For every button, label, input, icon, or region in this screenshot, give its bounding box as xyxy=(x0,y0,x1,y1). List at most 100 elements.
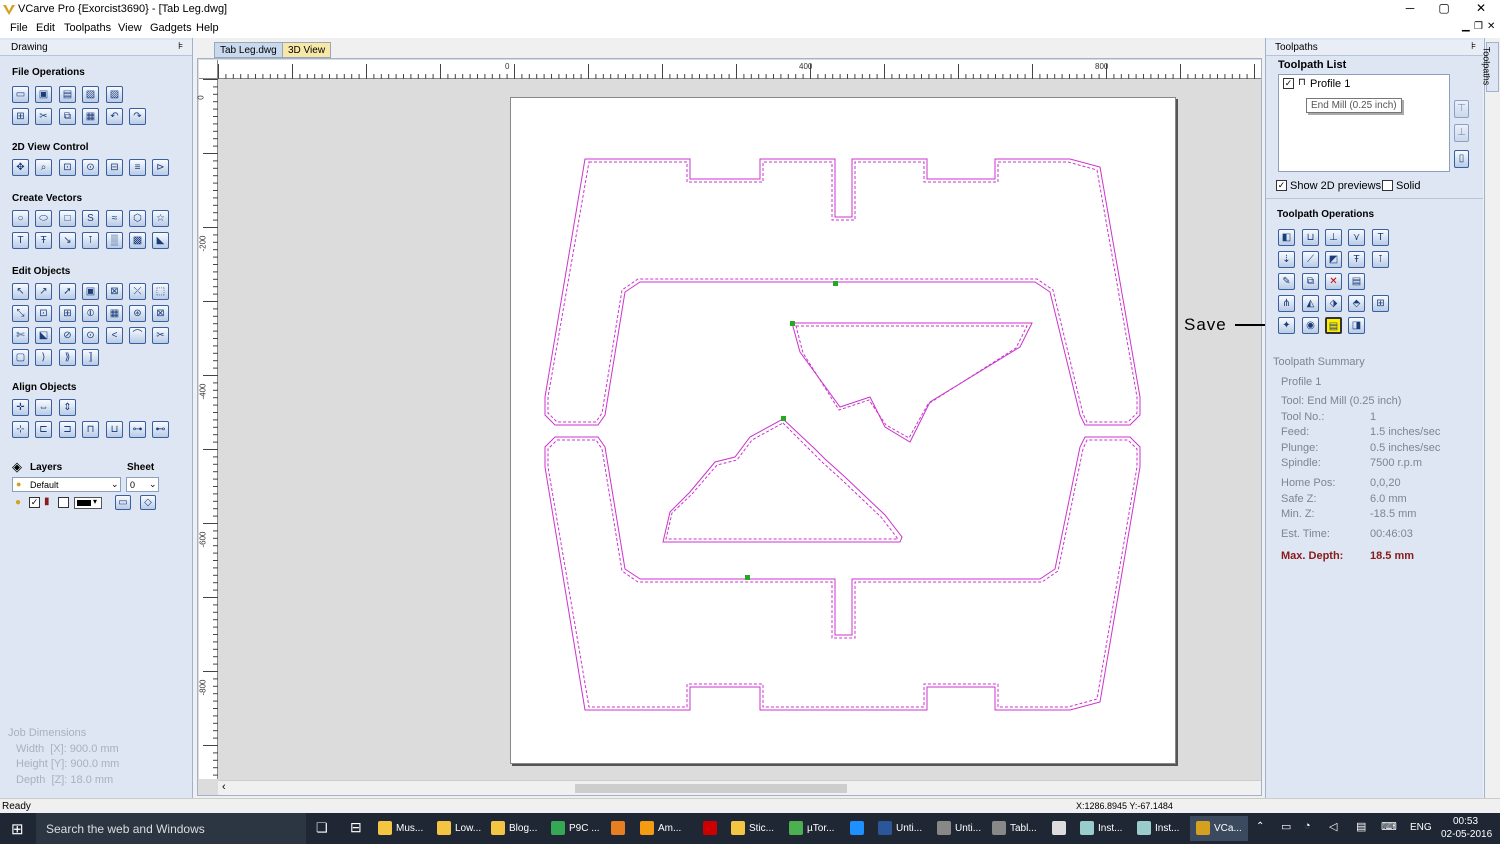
engrave-toolpath-icon[interactable]: T xyxy=(1372,229,1389,246)
job-setup-icon[interactable]: ⊞ xyxy=(12,108,29,125)
set-size-icon[interactable]: ⊡ xyxy=(35,305,52,322)
tab-3d-view[interactable]: 3D View xyxy=(282,42,332,58)
polyline-icon[interactable]: S xyxy=(82,210,99,227)
taskbar-app[interactable]: Stic... xyxy=(731,816,774,841)
menu-view[interactable]: View xyxy=(118,22,142,34)
prism-toolpath-icon[interactable]: ◩ xyxy=(1325,251,1342,268)
layer-select[interactable]: ● Default ⌄ xyxy=(12,477,121,492)
solid-checkbox[interactable] xyxy=(1382,180,1393,191)
ungroup-icon[interactable]: ⊠ xyxy=(106,283,123,300)
volume-icon[interactable]: ◁ xyxy=(1329,820,1337,833)
pin-icon[interactable]: ⊧ xyxy=(178,41,183,52)
join-icon[interactable]: ⤫ xyxy=(129,283,146,300)
taskbar-app[interactable] xyxy=(850,816,868,841)
mdi-minimize-icon[interactable]: ▁ xyxy=(1462,21,1470,32)
align-left-icon[interactable]: ⊏ xyxy=(35,421,52,438)
fluting-toolpath-icon[interactable]: ⟋ xyxy=(1302,251,1319,268)
move-down-icon[interactable]: ⊥ xyxy=(1454,124,1469,142)
save-icon[interactable]: ▤ xyxy=(59,86,76,103)
taskbar-app[interactable]: Blog... xyxy=(491,816,537,841)
circle-icon[interactable]: ○ xyxy=(12,210,29,227)
pan-icon[interactable]: ✥ xyxy=(12,159,29,176)
clock-date[interactable]: 02-05-2016 xyxy=(1441,829,1492,840)
layer-stack-icon[interactable]: ◇ xyxy=(140,495,156,510)
taskbar-app[interactable]: Inst... xyxy=(1137,816,1179,841)
clock-time[interactable]: 00:53 xyxy=(1453,816,1478,827)
edit-toolpath-icon[interactable]: ✎ xyxy=(1278,273,1295,290)
align-v-center-icon[interactable]: ⇕ xyxy=(59,399,76,416)
copy-toolpath-icon[interactable]: ⧉ xyxy=(1302,273,1319,290)
lock-icon[interactable]: ▮ xyxy=(44,496,50,507)
intersect-icon[interactable]: ⊘ xyxy=(59,327,76,344)
grid-icon[interactable]: ⊟ xyxy=(106,159,123,176)
text-icon[interactable]: T xyxy=(12,232,29,249)
toolpath-options-icon[interactable]: ▯ xyxy=(1454,150,1469,168)
keyboard-icon[interactable]: ⌨ xyxy=(1381,820,1397,833)
new-file-icon[interactable]: ▭ xyxy=(12,86,29,103)
nesting-icon[interactable]: ⋔ xyxy=(1278,295,1295,312)
store-icon[interactable]: ⊟ xyxy=(350,819,362,836)
inlay-toolpath-icon[interactable]: ⇣ xyxy=(1278,251,1295,268)
group-icon[interactable]: ▣ xyxy=(82,283,99,300)
rotate-icon[interactable]: ⊞ xyxy=(59,305,76,322)
profile-checkbox[interactable]: ✓ xyxy=(1283,78,1294,89)
mirror-icon[interactable]: ⦶ xyxy=(82,305,99,322)
taskbar-app[interactable]: Tabl... xyxy=(992,816,1037,841)
toolpaths-side-tab[interactable]: Toolpaths xyxy=(1481,42,1499,92)
merge-toolpaths-icon[interactable]: ⬗ xyxy=(1325,295,1342,312)
redo-icon[interactable]: ↷ xyxy=(129,108,146,125)
horizontal-scrollbar[interactable]: ‹ xyxy=(218,780,1261,795)
minimize-button[interactable]: ─ xyxy=(1393,0,1427,18)
taskbar-app[interactable]: Unti... xyxy=(878,816,922,841)
move-up-icon[interactable]: ⊤ xyxy=(1454,100,1469,118)
trace-bitmap-icon[interactable]: ▒ xyxy=(106,232,123,249)
wrap-toolpath-icon[interactable]: ⬘ xyxy=(1348,295,1365,312)
taskbar-app[interactable] xyxy=(703,816,721,841)
vcarve-toolpath-icon[interactable]: ⋎ xyxy=(1348,229,1365,246)
layer-manager-icon[interactable]: ▭ xyxy=(115,495,131,510)
mdi-close-icon[interactable]: ✕ xyxy=(1487,21,1495,32)
align-top-icon[interactable]: ⊓ xyxy=(82,421,99,438)
paste-icon[interactable]: ▦ xyxy=(82,108,99,125)
select-icon[interactable]: ↖ xyxy=(12,283,29,300)
move-icon[interactable]: ⤡ xyxy=(12,305,29,322)
dimension-icon[interactable]: ⊺ xyxy=(82,232,99,249)
align-h-center-icon[interactable]: ⇔ xyxy=(35,399,52,416)
extend-icon[interactable]: < xyxy=(106,327,123,344)
layer-toggle[interactable] xyxy=(58,497,69,508)
preview-toolpaths-icon[interactable]: ✦ xyxy=(1278,317,1295,334)
layer-visible-icon[interactable]: ● xyxy=(15,497,21,508)
fillet-icon[interactable]: ◣ xyxy=(152,232,169,249)
scale-icon[interactable]: ⬚ xyxy=(152,283,169,300)
battery-icon[interactable]: ▭ xyxy=(1281,820,1291,833)
interactive-select-icon[interactable]: ➚ xyxy=(59,283,76,300)
taskbar-app[interactable]: Inst... xyxy=(1080,816,1122,841)
scissors-icon[interactable]: ✂ xyxy=(152,327,169,344)
tbone-icon[interactable]: ⟫ xyxy=(59,349,76,366)
drill-toolpath-icon[interactable]: ⊥ xyxy=(1325,229,1342,246)
layer-checkbox[interactable]: ✓ xyxy=(29,497,40,508)
layer-color-picker[interactable]: ▾ xyxy=(74,497,102,509)
import-icon[interactable]: ▧ xyxy=(82,86,99,103)
align-right-icon[interactable]: ⊐ xyxy=(59,421,76,438)
network-icon[interactable]: ◔ xyxy=(1304,820,1311,832)
taskbar-app[interactable]: Unti... xyxy=(937,816,981,841)
offset-icon[interactable]: ⊛ xyxy=(129,305,146,322)
save-toolpath-icon[interactable]: ▤ xyxy=(1325,317,1342,334)
menu-file[interactable]: File xyxy=(10,22,28,34)
toolpath-summary-icon[interactable]: ◨ xyxy=(1348,317,1365,334)
taskbar-app[interactable]: VCa... xyxy=(1190,816,1248,841)
taskbar-app[interactable]: Low... xyxy=(437,816,481,841)
distort-icon[interactable]: ▦ xyxy=(106,305,123,322)
weld-icon[interactable]: ⊠ xyxy=(152,305,169,322)
subtract-icon[interactable]: ⬕ xyxy=(35,327,52,344)
star-icon[interactable]: ☆ xyxy=(152,210,169,227)
quick-engrave-icon[interactable]: Ŧ xyxy=(1348,251,1365,268)
ellipse-icon[interactable]: ⬭ xyxy=(35,210,52,227)
toolpath-template-icon[interactable]: ▤ xyxy=(1348,273,1365,290)
align-to-sheet-icon[interactable]: ⊹ xyxy=(12,421,29,438)
language-indicator[interactable]: ENG xyxy=(1410,822,1432,833)
polygon-icon[interactable]: ⬡ xyxy=(129,210,146,227)
taskbar-app[interactable] xyxy=(611,816,629,841)
tiling-icon[interactable]: ⊞ xyxy=(1372,295,1389,312)
